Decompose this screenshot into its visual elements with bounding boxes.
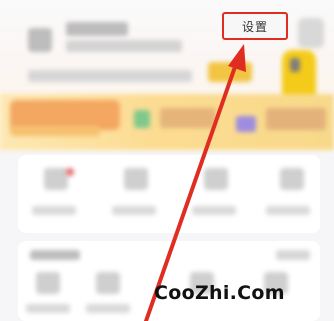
avatar[interactable] [28, 28, 52, 52]
function-label [112, 206, 156, 215]
banner-purple-icon [236, 116, 256, 132]
service-label [26, 304, 70, 313]
function-icon[interactable] [44, 168, 68, 190]
vip-button[interactable] [208, 62, 252, 82]
scan-icon[interactable] [298, 18, 324, 48]
service-label [86, 304, 130, 313]
banner-green-icon [134, 110, 150, 128]
function-card [18, 155, 320, 233]
watermark-text: CooZhi.Com [154, 282, 285, 304]
banner-item[interactable] [160, 108, 216, 128]
badge-dot [66, 168, 74, 176]
user-subtitle [66, 40, 182, 52]
service-icon[interactable] [96, 272, 120, 294]
services-more-link[interactable] [276, 250, 310, 260]
vip-info-bar[interactable] [28, 70, 192, 82]
function-label [266, 206, 310, 215]
function-label [32, 206, 76, 215]
username [66, 22, 128, 36]
settings-label: 设置 [241, 19, 268, 34]
decoration-dot [290, 58, 300, 72]
banner-item[interactable] [266, 108, 326, 130]
services-title [30, 250, 80, 260]
function-label [192, 206, 236, 215]
function-icon[interactable] [124, 168, 148, 190]
service-icon[interactable] [36, 272, 60, 294]
banner-subtitle [10, 126, 100, 136]
function-icon[interactable] [280, 168, 304, 190]
settings-button[interactable]: 设置 [222, 12, 288, 40]
function-icon[interactable] [204, 168, 228, 190]
